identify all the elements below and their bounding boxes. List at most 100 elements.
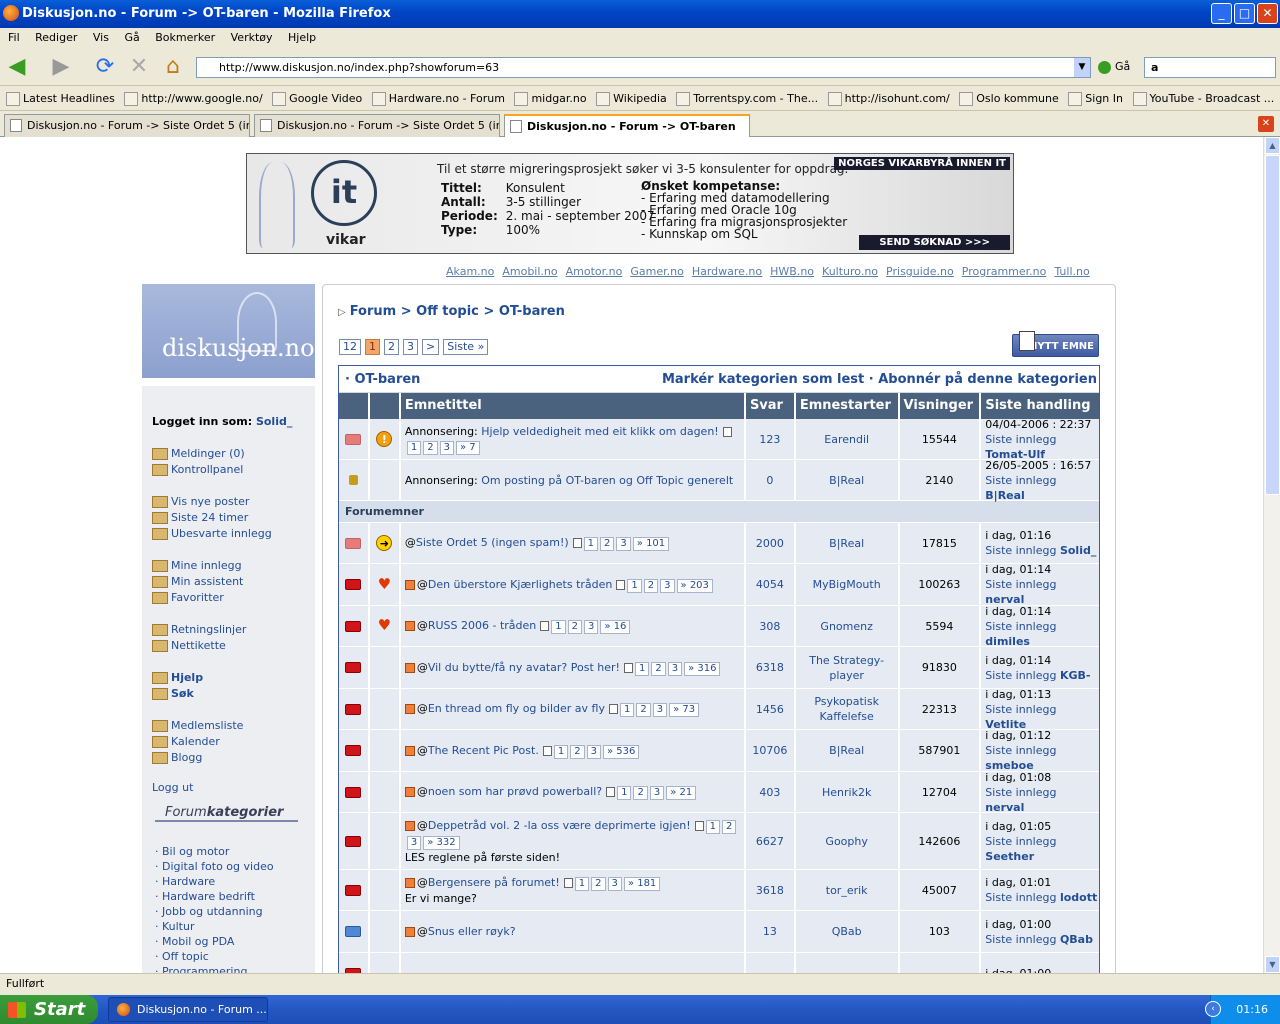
topic-page-link[interactable]: 2	[570, 744, 585, 759]
menu-vis[interactable]: Vis	[93, 31, 109, 44]
reply-count[interactable]: 1456	[756, 703, 784, 716]
tab-siste-ordet-2[interactable]: Diskusjon.no - Forum -> Siste Ordet 5 (i…	[254, 114, 500, 137]
menu-meldinger[interactable]: Meldinger (0)	[152, 446, 312, 462]
bookmark-item[interactable]: midgar.no	[514, 87, 587, 110]
topic-starter-link[interactable]: Henrik2k	[822, 785, 871, 800]
reply-count[interactable]: 308	[759, 620, 780, 633]
page-link[interactable]: 3	[403, 339, 418, 355]
topic-page-link[interactable]: 3	[660, 578, 675, 593]
last-post-label[interactable]: Siste innlegg	[985, 835, 1056, 848]
menu-logg-ut[interactable]: Logg ut	[152, 780, 312, 796]
breadcrumb-forum[interactable]: Forum	[350, 304, 397, 319]
menu-min-assistent[interactable]: Min assistent	[152, 574, 312, 590]
col-emnetittel[interactable]: Emnetittel	[401, 393, 746, 419]
scroll-down-icon[interactable]: ▼	[1265, 956, 1280, 973]
tray-arrow-icon[interactable]: ‹	[1205, 1001, 1221, 1017]
last-poster-link[interactable]: QBab	[1060, 933, 1093, 946]
category-link[interactable]: · Programmering	[155, 964, 274, 973]
last-poster-link[interactable]: KGB-	[1060, 669, 1091, 682]
topic-page-link[interactable]: 2	[567, 620, 583, 634]
col-visninger[interactable]: Visninger	[900, 393, 982, 419]
topic-title-link[interactable]: RUSS 2006 - tråden	[428, 619, 536, 632]
topic-page-link[interactable]: » 7	[455, 440, 480, 455]
category-link[interactable]: · Bil og motor	[155, 844, 274, 859]
close-tab-icon[interactable]: ✕	[1258, 116, 1274, 132]
site-link[interactable]: Gamer.no	[630, 265, 683, 278]
url-input[interactable]: http://www.diskusjon.no/index.php?showfo…	[196, 57, 1091, 78]
new-topic-button[interactable]: NYTT EMNE	[1012, 331, 1099, 357]
site-link[interactable]: Hardware.no	[692, 265, 762, 278]
topic-page-link[interactable]: 3	[616, 537, 631, 551]
last-post-label[interactable]: Siste innlegg	[985, 933, 1056, 946]
maximize-button[interactable]: □	[1234, 3, 1255, 24]
scroll-up-icon[interactable]: ▲	[1265, 137, 1280, 154]
last-post-label[interactable]: Siste innlegg	[985, 669, 1056, 682]
last-post-label[interactable]: Siste innlegg	[985, 786, 1056, 799]
bookmark-item[interactable]: http://isohunt.com/	[827, 87, 950, 110]
reply-count[interactable]: 0	[766, 474, 773, 487]
topic-page-link[interactable]: 2	[721, 819, 737, 834]
topic-page-link[interactable]: 1	[705, 819, 720, 834]
last-post-label[interactable]: Siste innlegg	[985, 620, 1056, 633]
bookmark-item[interactable]: Latest Headlines	[6, 87, 115, 110]
topic-page-link[interactable]: 3	[667, 661, 683, 676]
bookmark-item[interactable]: Hardware.no - Forum	[371, 87, 505, 110]
home-button[interactable]: ⌂	[160, 54, 186, 80]
topic-page-link[interactable]: 3	[649, 786, 665, 800]
taskbar-firefox-item[interactable]: Diskusjon.no - Forum ...	[108, 997, 268, 1022]
last-post-label[interactable]: Siste innlegg	[985, 474, 1056, 487]
topic-title-link[interactable]: Snus eller røyk?	[428, 925, 516, 938]
menu-siste-24-timer[interactable]: Siste 24 timer	[152, 510, 312, 526]
topic-page-link[interactable]: 3	[607, 876, 622, 891]
topic-page-link[interactable]: 1	[583, 537, 599, 551]
reply-count[interactable]: 123	[759, 433, 780, 446]
last-poster-link[interactable]: B|Real	[985, 489, 1025, 502]
last-post-label[interactable]: Siste innlegg	[985, 544, 1056, 557]
menu-sok[interactable]: Søk	[152, 686, 312, 702]
topic-title-link[interactable]: Siste Ordet 5 (ingen spam!)	[416, 536, 569, 549]
menu-kalender[interactable]: Kalender	[152, 734, 312, 750]
topic-starter-link[interactable]: B|Real	[829, 536, 864, 551]
topic-page-link[interactable]: 2	[636, 703, 651, 717]
menu-hjelp[interactable]: Hjelp	[152, 670, 312, 686]
topic-title-link[interactable]: Vil du bytte/få ny avatar? Post her!	[428, 661, 620, 674]
menu-rediger[interactable]: Rediger	[35, 31, 77, 44]
topic-page-link[interactable]: 2	[600, 537, 615, 551]
topic-title-link[interactable]: Bergensere på forumet!	[428, 876, 560, 889]
topic-page-link[interactable]: » 332	[423, 835, 460, 850]
topic-starter-link[interactable]: B|Real	[829, 743, 864, 758]
topic-page-link[interactable]: » 73	[669, 703, 700, 717]
col-svar[interactable]: Svar	[746, 393, 796, 419]
last-poster-link[interactable]: dimiles	[985, 635, 1030, 648]
topic-page-link[interactable]: 1	[553, 744, 569, 759]
last-poster-link[interactable]: Solid_	[1060, 544, 1096, 557]
bookmark-item[interactable]: Torrentspy.com - The...	[676, 87, 818, 110]
bookmark-item[interactable]: Sign In	[1068, 87, 1123, 110]
username-link[interactable]: Solid_	[256, 415, 292, 428]
job-ad-banner[interactable]: it vikar Til et større migreringsprosjek…	[246, 153, 1014, 254]
bookmark-item[interactable]: YouTube - Broadcast ...	[1132, 87, 1274, 110]
topic-page-link[interactable]: 3	[406, 835, 422, 850]
page-count[interactable]: 12	[339, 339, 361, 355]
topic-page-link[interactable]: 3	[652, 703, 668, 717]
page-next[interactable]: >	[422, 339, 440, 355]
reply-count[interactable]: 4054	[756, 578, 784, 591]
topic-starter-link[interactable]: Goophy	[825, 834, 867, 849]
menu-hjelp[interactable]: Hjelp	[288, 31, 316, 44]
forward-button[interactable]: ▶	[48, 54, 74, 80]
topic-title-link[interactable]: Deppetråd vol. 2 -la oss være deprimerte…	[428, 819, 691, 832]
reply-count[interactable]: 13	[763, 925, 777, 938]
site-link[interactable]: Akam.no	[446, 265, 494, 278]
start-button[interactable]: Start	[0, 995, 98, 1024]
send-application-button[interactable]: SEND SØKNAD >>>	[859, 235, 1010, 250]
category-link[interactable]: · Hardware bedrift	[155, 889, 274, 904]
site-link[interactable]: HWB.no	[770, 265, 814, 278]
menu-verktoy[interactable]: Verktøy	[231, 31, 273, 44]
topic-page-link[interactable]: » 16	[600, 620, 631, 634]
topic-page-link[interactable]: » 203	[676, 578, 713, 593]
reply-count[interactable]: 403	[759, 786, 780, 799]
scroll-thumb[interactable]	[1265, 155, 1280, 495]
topic-starter-link[interactable]: Earendil	[824, 432, 869, 447]
last-poster-link[interactable]: lodott	[1060, 891, 1097, 904]
topic-page-link[interactable]: » 21	[666, 786, 697, 800]
